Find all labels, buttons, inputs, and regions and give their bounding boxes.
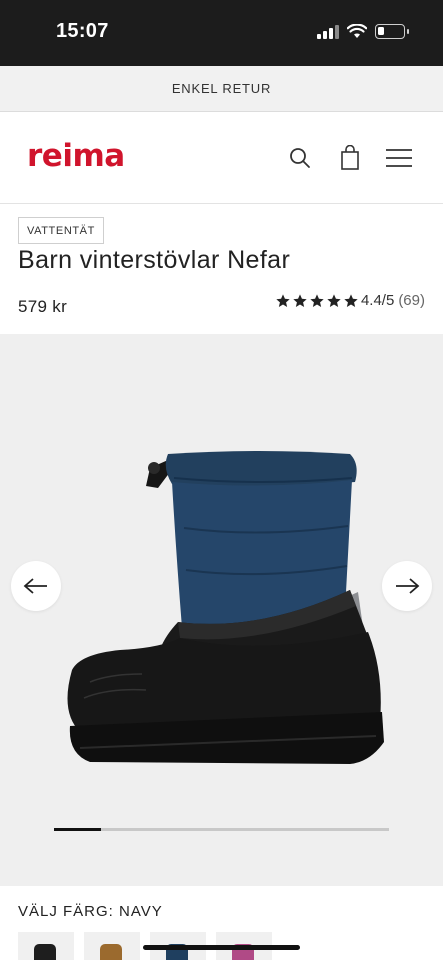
star-icon [310,293,324,307]
status-icons [317,24,409,39]
swatch-boot-thumbnail [100,944,122,960]
star-icon [344,293,358,307]
product-rating[interactable]: 4.4/5 (69) [275,292,425,309]
color-swatch[interactable] [18,932,74,960]
swatch-boot-thumbnail [34,944,56,960]
product-image-gallery[interactable] [0,334,443,886]
rating-stars [275,293,359,309]
promo-text: ENKEL RETUR [171,81,272,96]
gallery-scrollbar-thumb[interactable] [54,828,101,831]
product-title: Barn vinterstövlar Nefar [18,246,291,274]
site-header: reima [0,112,443,204]
boot-image [67,451,385,764]
hamburger-menu-icon[interactable] [383,142,415,174]
color-label: VÄLJ FÄRG: NAVY [18,903,163,920]
rating-count: (69) [398,292,425,309]
star-icon [327,293,341,307]
star-icon [276,293,290,307]
gallery-scrollbar[interactable] [54,828,389,831]
status-time: 15:07 [56,20,109,42]
wifi-icon [347,24,367,38]
star-icon [293,293,307,307]
shopping-bag-icon[interactable] [334,142,366,174]
color-swatch[interactable] [84,932,140,960]
product-price: 579 kr [18,297,68,316]
signal-icon [317,24,339,39]
prev-image-button[interactable] [11,561,61,611]
arrow-left-icon [23,578,47,594]
waterproof-badge: VATTENTÄT [18,217,104,244]
brand-logo[interactable]: reima [27,138,125,174]
arrow-right-icon [396,578,420,594]
rating-score: 4.4/5 [360,292,395,309]
search-icon[interactable] [284,142,316,174]
promo-bar[interactable]: ENKEL RETUR [0,66,443,112]
home-indicator [143,945,300,950]
status-bar: 15:07 [0,0,443,66]
next-image-button[interactable] [382,561,432,611]
battery-icon [375,24,409,39]
